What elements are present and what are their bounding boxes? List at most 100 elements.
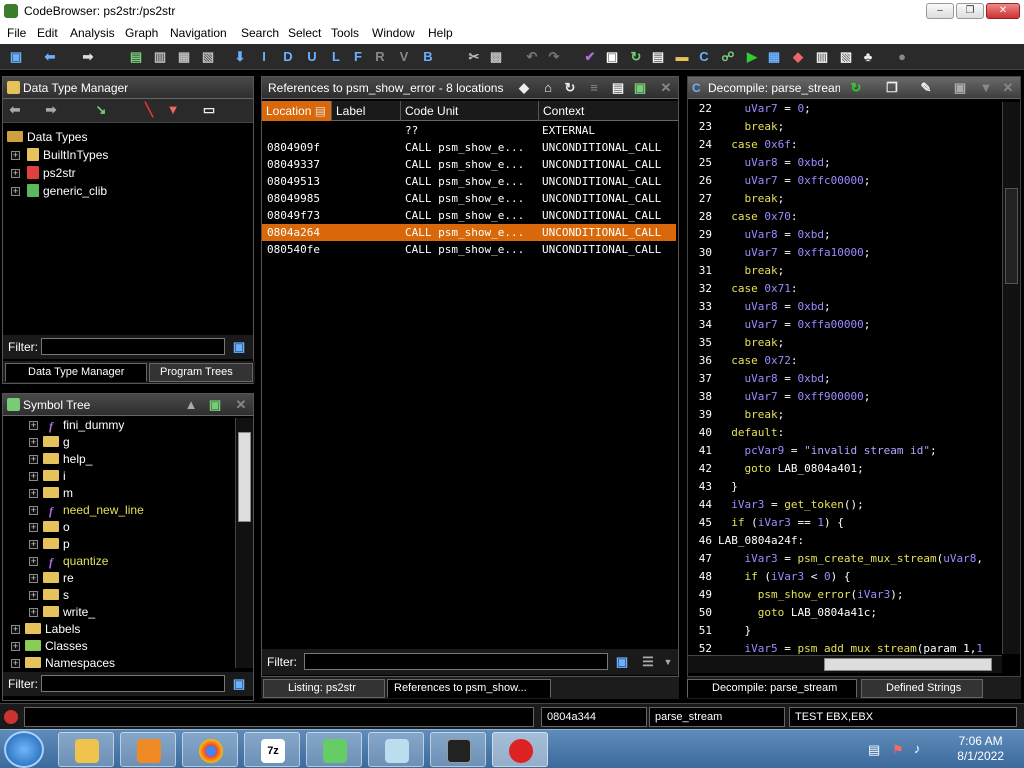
code-token[interactable]: uVar7: [745, 102, 778, 115]
table-row[interactable]: 08049985 CALL psm_show_e... UNCONDITIONA…: [262, 190, 676, 207]
code-token[interactable]: :: [791, 138, 798, 151]
references-filter-input[interactable]: [304, 653, 608, 670]
code-token[interactable]: =: [778, 372, 798, 385]
tab-defined-strings[interactable]: Defined Strings: [861, 679, 983, 698]
taskbar-media-player[interactable]: [120, 732, 176, 767]
code-line[interactable]: 44 iVar3 = get_token();: [688, 496, 988, 514]
tree-icon[interactable]: ♣: [860, 49, 876, 65]
code-token[interactable]: =: [778, 318, 798, 331]
next-data-icon[interactable]: ▤: [128, 49, 144, 65]
taskbar-clock[interactable]: 7:06 AM 8/1/2022: [957, 734, 1004, 764]
scrollbar-thumb[interactable]: [824, 658, 992, 671]
expand-icon[interactable]: +: [11, 625, 20, 634]
code-token[interactable]: =: [778, 642, 798, 654]
code-token[interactable]: break: [745, 408, 778, 421]
bookmark-icon[interactable]: ◆: [790, 49, 806, 65]
code-line[interactable]: 47 iVar3 = psm_create_mux_stream(uVar8,: [688, 550, 988, 568]
taskbar-ghidra[interactable]: [492, 732, 548, 767]
symbol-item[interactable]: s: [43, 587, 69, 603]
symbol-root-labels[interactable]: Labels: [25, 621, 80, 637]
navigate-icon[interactable]: ▣: [207, 397, 223, 413]
code-line[interactable]: 29 uVar8 = 0xbd;: [688, 226, 988, 244]
table-row[interactable]: 080540fe CALL psm_show_e... UNCONDITIONA…: [262, 241, 676, 258]
code-token[interactable]: uVar8: [745, 228, 778, 241]
code-token[interactable]: ;: [778, 336, 785, 349]
code-token[interactable]: :: [791, 282, 798, 295]
navigate-icon[interactable]: ▣: [632, 80, 648, 96]
maximize-button[interactable]: ❐: [956, 3, 984, 19]
new-namespace-icon[interactable]: ▲: [183, 397, 199, 413]
code-token[interactable]: LAB_0804a401;: [771, 462, 864, 475]
nav-instruction-button[interactable]: I: [256, 49, 272, 65]
code-line[interactable]: 51 }: [688, 622, 988, 640]
code-token[interactable]: =: [764, 498, 784, 511]
code-token[interactable]: goto: [745, 462, 772, 475]
taskbar-explorer[interactable]: [58, 732, 114, 767]
code-token[interactable]: ;: [864, 318, 871, 331]
decompiler-icon[interactable]: C: [696, 49, 712, 65]
symbol-filter-input[interactable]: [41, 675, 225, 692]
code-token[interactable]: uVar7: [745, 246, 778, 259]
code-token[interactable]: break: [745, 120, 778, 133]
expand-icon[interactable]: +: [29, 438, 38, 447]
close-button[interactable]: ✕: [986, 3, 1020, 19]
nav-label-button[interactable]: L: [328, 49, 344, 65]
code-token[interactable]: ) {: [824, 516, 844, 529]
snapshot-icon[interactable]: ▣: [952, 80, 968, 96]
code-line[interactable]: 50 goto LAB_0804a41c;: [688, 604, 988, 622]
code-token[interactable]: break: [745, 264, 778, 277]
filter-options-icon[interactable]: ▣: [614, 654, 630, 670]
code-token[interactable]: LAB_0804a41c;: [784, 606, 877, 619]
forward-arrow-icon[interactable]: ➡: [80, 49, 96, 65]
code-token[interactable]: ;: [824, 300, 831, 313]
back-arrow-icon[interactable]: ⬅: [7, 102, 23, 118]
network-icon[interactable]: ▤: [868, 742, 880, 758]
code-token[interactable]: uVar8: [745, 372, 778, 385]
code-token[interactable]: 0x70: [764, 210, 791, 223]
code-token[interactable]: 0xffa00000: [798, 318, 864, 331]
symbol-item[interactable]: f need_new_line: [43, 502, 144, 518]
code-token[interactable]: =: [778, 300, 798, 313]
symbol-item[interactable]: f fini_dummy: [43, 417, 124, 433]
start-button[interactable]: [4, 731, 44, 768]
code-token[interactable]: 0x6f: [764, 138, 791, 151]
code-token[interactable]: if: [731, 516, 744, 529]
list-icon[interactable]: ≡: [586, 80, 602, 96]
paste-icon[interactable]: ▩: [488, 49, 504, 65]
down-arrow-icon[interactable]: ⬇: [232, 49, 248, 65]
table-row[interactable]: 08049f73 CALL psm_show_e... UNCONDITIONA…: [262, 207, 676, 224]
code-token[interactable]: if: [745, 570, 758, 583]
code-token[interactable]: pcVar9: [745, 444, 785, 457]
code-token[interactable]: uVar8: [943, 552, 976, 565]
symbol-item[interactable]: p: [43, 536, 70, 552]
code-token[interactable]: iVar3: [731, 498, 764, 511]
symbol-item[interactable]: help_: [43, 451, 92, 467]
expand-icon[interactable]: +: [29, 455, 38, 464]
taskbar-certificate[interactable]: [306, 732, 362, 767]
expand-icon[interactable]: +: [29, 523, 38, 532]
nav-value-button[interactable]: V: [396, 49, 412, 65]
code-token[interactable]: 0xffc00000: [798, 174, 864, 187]
symbol-root-classes[interactable]: Classes: [25, 638, 88, 654]
code-token[interactable]: uVar7: [745, 174, 778, 187]
filter-icon[interactable]: ▼: [165, 102, 181, 118]
code-line[interactable]: 38 uVar7 = 0xff900000;: [688, 388, 988, 406]
code-token[interactable]: :: [778, 426, 785, 439]
code-line[interactable]: 43 }: [688, 478, 988, 496]
code-token[interactable]: ;: [778, 264, 785, 277]
data-type-filter-input[interactable]: [41, 338, 225, 355]
tab-listing[interactable]: Listing: ps2str: [263, 679, 385, 698]
code-token[interactable]: ;: [824, 156, 831, 169]
listing-icon[interactable]: ▤: [650, 49, 666, 65]
table-row[interactable]: 0804909f CALL psm_show_e... UNCONDITIONA…: [262, 139, 676, 156]
code-token[interactable]: :: [791, 210, 798, 223]
minimize-button[interactable]: –: [926, 3, 954, 19]
code-token[interactable]: ;: [864, 390, 871, 403]
code-line[interactable]: 37 uVar8 = 0xbd;: [688, 370, 988, 388]
menu-analysis[interactable]: Analysis: [70, 26, 115, 40]
code-token[interactable]: ;: [824, 372, 831, 385]
forward-arrow-icon[interactable]: ➡: [43, 102, 59, 118]
copy-icon[interactable]: ❐: [884, 80, 900, 96]
code-line[interactable]: 33 uVar8 = 0xbd;: [688, 298, 988, 316]
expand-icon[interactable]: +: [29, 506, 38, 515]
